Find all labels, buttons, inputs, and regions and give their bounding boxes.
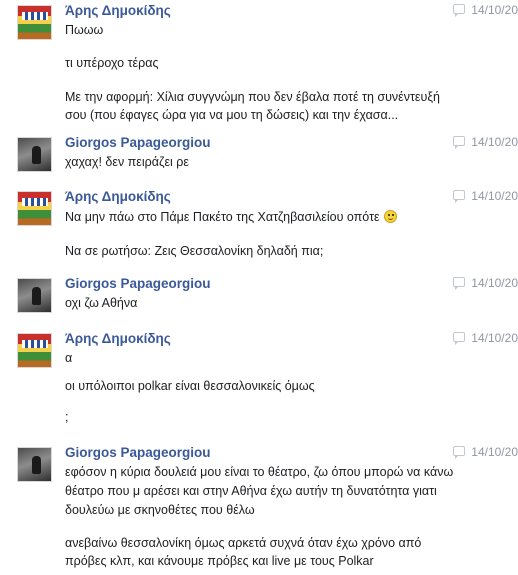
reply-icon	[453, 332, 466, 345]
author-name[interactable]: Άρης Δημοκίδης	[65, 189, 171, 204]
message-text: Να σε ρωτήσω: Ζεις Θεσσαλονίκη δηλαδή πι…	[65, 244, 324, 258]
message-text: δουλεύω με σκηνοθέτες που θέλω	[65, 503, 255, 517]
message-text: οχι ζω Αθήνα	[65, 296, 138, 310]
timestamp: 14/10/20	[453, 276, 518, 290]
timestamp: 14/10/20	[453, 3, 518, 17]
timestamp: 14/10/20	[453, 331, 518, 345]
avatar[interactable]	[17, 191, 52, 226]
message-text: πρόβες κλπ, και κάνουμε πρόβες και live …	[65, 554, 374, 568]
reply-icon	[453, 190, 466, 203]
author-name[interactable]: Giorgos Papageorgiou	[65, 135, 211, 150]
timestamp: 14/10/20	[453, 189, 518, 203]
timestamp: 14/10/20	[453, 445, 518, 459]
message-text: χαχαχ! δεν πειράζει ρε	[65, 155, 189, 169]
timestamp: 14/10/20	[453, 135, 518, 149]
reply-icon	[453, 277, 466, 290]
avatar[interactable]	[17, 333, 52, 368]
author-name[interactable]: Giorgos Papageorgiou	[65, 445, 211, 460]
author-name[interactable]: Άρης Δημοκίδης	[65, 3, 171, 18]
reply-icon	[453, 136, 466, 149]
avatar[interactable]	[17, 278, 52, 313]
smiley-icon	[383, 210, 397, 223]
avatar[interactable]	[17, 5, 52, 40]
message-text: οι υπόλοιποι polkar είναι θεσσαλονικείς …	[65, 379, 315, 393]
message-text: θέατρο που μ αρέσει και στην Αθήνα έχω α…	[65, 484, 437, 498]
message-text: Με την αφορμή: Χίλια συγγνώμη που δεν έβ…	[65, 90, 440, 104]
message-text: Πωωω	[65, 23, 104, 37]
message-text: σου (που έφαγες ώρα για να μου τη δώσεις…	[65, 108, 399, 122]
avatar[interactable]	[17, 447, 52, 482]
avatar[interactable]	[17, 137, 52, 172]
message-text: ;	[65, 410, 69, 424]
reply-icon	[453, 446, 466, 459]
message-text: α	[65, 351, 73, 365]
reply-icon	[453, 4, 466, 17]
message-text: εφόσον η κύρια δουλειά μου είναι το θέατ…	[65, 465, 454, 479]
message-text: Να μην πάω στο Πάμε Πακέτο της Χατζηβασι…	[65, 207, 510, 227]
message-text: τι υπέροχο τέρας	[65, 56, 159, 70]
message-text: ανεβαίνω θεσσαλονίκη όμως αρκετά συχνά ό…	[65, 536, 422, 550]
author-name[interactable]: Άρης Δημοκίδης	[65, 331, 171, 346]
author-name[interactable]: Giorgos Papageorgiou	[65, 276, 211, 291]
